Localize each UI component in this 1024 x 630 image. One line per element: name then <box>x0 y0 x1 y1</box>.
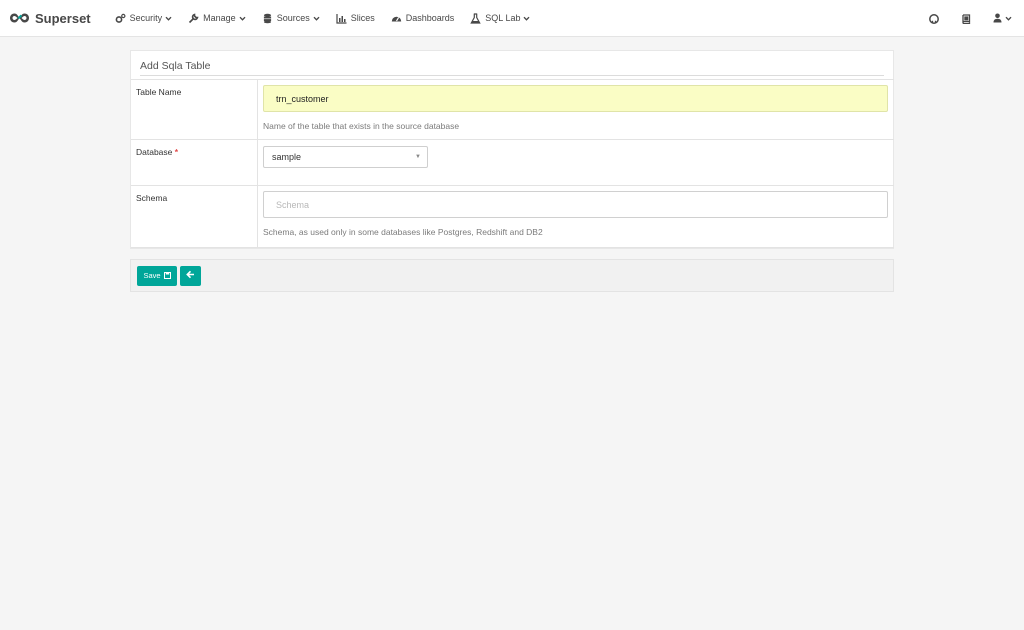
database-icon <box>262 13 273 24</box>
nav-slices-label: Slices <box>350 13 375 23</box>
chevron-down-icon <box>523 15 530 22</box>
table-name-label: Table Name <box>131 80 258 139</box>
arrow-left-icon <box>186 270 195 281</box>
form-row-table-name: Table Name trn_customer Name of the tabl… <box>131 80 894 140</box>
chevron-down-icon <box>1005 15 1012 22</box>
database-selected-value: sample <box>272 152 302 162</box>
table-name-help: Name of the table that exists in the sou… <box>263 121 460 131</box>
add-table-panel: Add Sqla Table Table Name trn_customer N… <box>130 50 894 249</box>
required-marker: * <box>174 147 179 157</box>
nav-sources[interactable]: Sources <box>254 0 328 37</box>
table-name-value: trn_customer <box>276 93 329 104</box>
schema-field-cell: Schema Schema, as used only in some data… <box>258 186 894 247</box>
schema-input[interactable]: Schema <box>263 191 888 218</box>
nav-sql-lab[interactable]: SQL Lab <box>462 0 538 37</box>
chevron-down-icon <box>239 15 246 22</box>
nav-right <box>907 0 1012 37</box>
cogs-icon <box>115 13 126 24</box>
nav-sql-lab-label: SQL Lab <box>485 13 521 23</box>
floppy-disk-icon <box>163 272 171 279</box>
nav-security[interactable]: Security <box>107 0 181 37</box>
database-label: Database * <box>131 140 258 185</box>
brand-link[interactable]: Superset <box>9 0 91 37</box>
bar-chart-icon <box>336 13 347 24</box>
panel-title: Add Sqla Table <box>140 51 884 76</box>
table-name-input[interactable]: trn_customer <box>263 85 888 112</box>
brand-name: Superset <box>35 10 91 26</box>
table-name-field-cell: trn_customer Name of the table that exis… <box>258 80 894 139</box>
nav-manage[interactable]: Manage <box>180 0 254 37</box>
save-button-label: Save <box>143 271 161 280</box>
nav-security-label: Security <box>129 13 163 23</box>
schema-help: Schema, as used only in some databases l… <box>263 227 543 237</box>
database-field-cell: sample ▼ <box>258 140 894 185</box>
wrench-icon <box>188 12 199 24</box>
form-table: Table Name trn_customer Name of the tabl… <box>131 79 894 248</box>
github-icon[interactable] <box>929 13 939 24</box>
schema-placeholder: Schema <box>276 199 310 210</box>
database-label-text: Database <box>136 147 173 157</box>
chevron-down-icon <box>165 15 172 22</box>
dashboard-icon <box>391 13 402 24</box>
form-row-database: Database * sample ▼ <box>131 140 894 186</box>
user-menu[interactable] <box>993 13 1012 25</box>
main-nav: Security Manage Sources Slices Dashboard… <box>107 0 539 37</box>
database-select[interactable]: sample ▼ <box>263 146 428 168</box>
save-button[interactable]: Save <box>137 265 177 286</box>
top-navbar: Superset Security Manage Sources Slices … <box>0 0 1024 37</box>
form-actions: Save <box>130 259 894 292</box>
nav-manage-label: Manage <box>203 13 236 23</box>
nav-dashboards[interactable]: Dashboards <box>383 0 463 37</box>
nav-dashboards-label: Dashboards <box>405 13 455 23</box>
schema-label: Schema <box>131 186 258 247</box>
superset-logo-icon <box>10 13 29 23</box>
book-icon[interactable] <box>961 13 971 24</box>
nav-sources-label: Sources <box>276 13 310 23</box>
caret-down-icon: ▼ <box>415 154 421 160</box>
form-row-schema: Schema Schema Schema, as used only in so… <box>131 186 894 248</box>
flask-icon <box>470 12 481 24</box>
chevron-down-icon <box>313 15 320 22</box>
nav-slices[interactable]: Slices <box>328 0 383 37</box>
user-icon <box>993 13 1002 25</box>
back-button[interactable] <box>180 265 201 286</box>
